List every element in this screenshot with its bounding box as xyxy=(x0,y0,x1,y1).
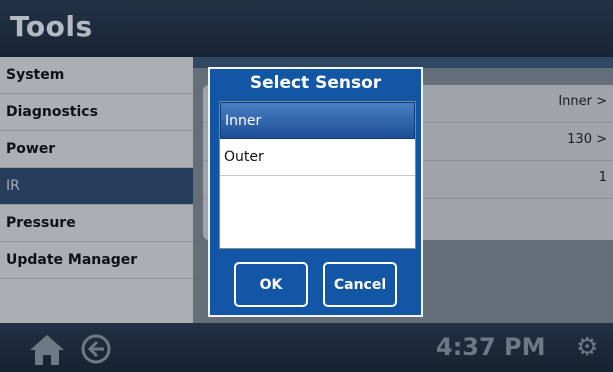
ok-button[interactable]: OK xyxy=(234,262,308,307)
option-inner[interactable]: Inner xyxy=(220,102,415,139)
dialog-title: Select Sensor xyxy=(249,73,382,93)
cancel-button[interactable]: Cancel xyxy=(323,262,397,307)
sensor-option-list[interactable]: Inner Outer xyxy=(219,101,416,249)
option-outer[interactable]: Outer xyxy=(220,139,415,176)
select-sensor-dialog: Select Sensor Inner Outer OK Cancel xyxy=(208,67,423,317)
